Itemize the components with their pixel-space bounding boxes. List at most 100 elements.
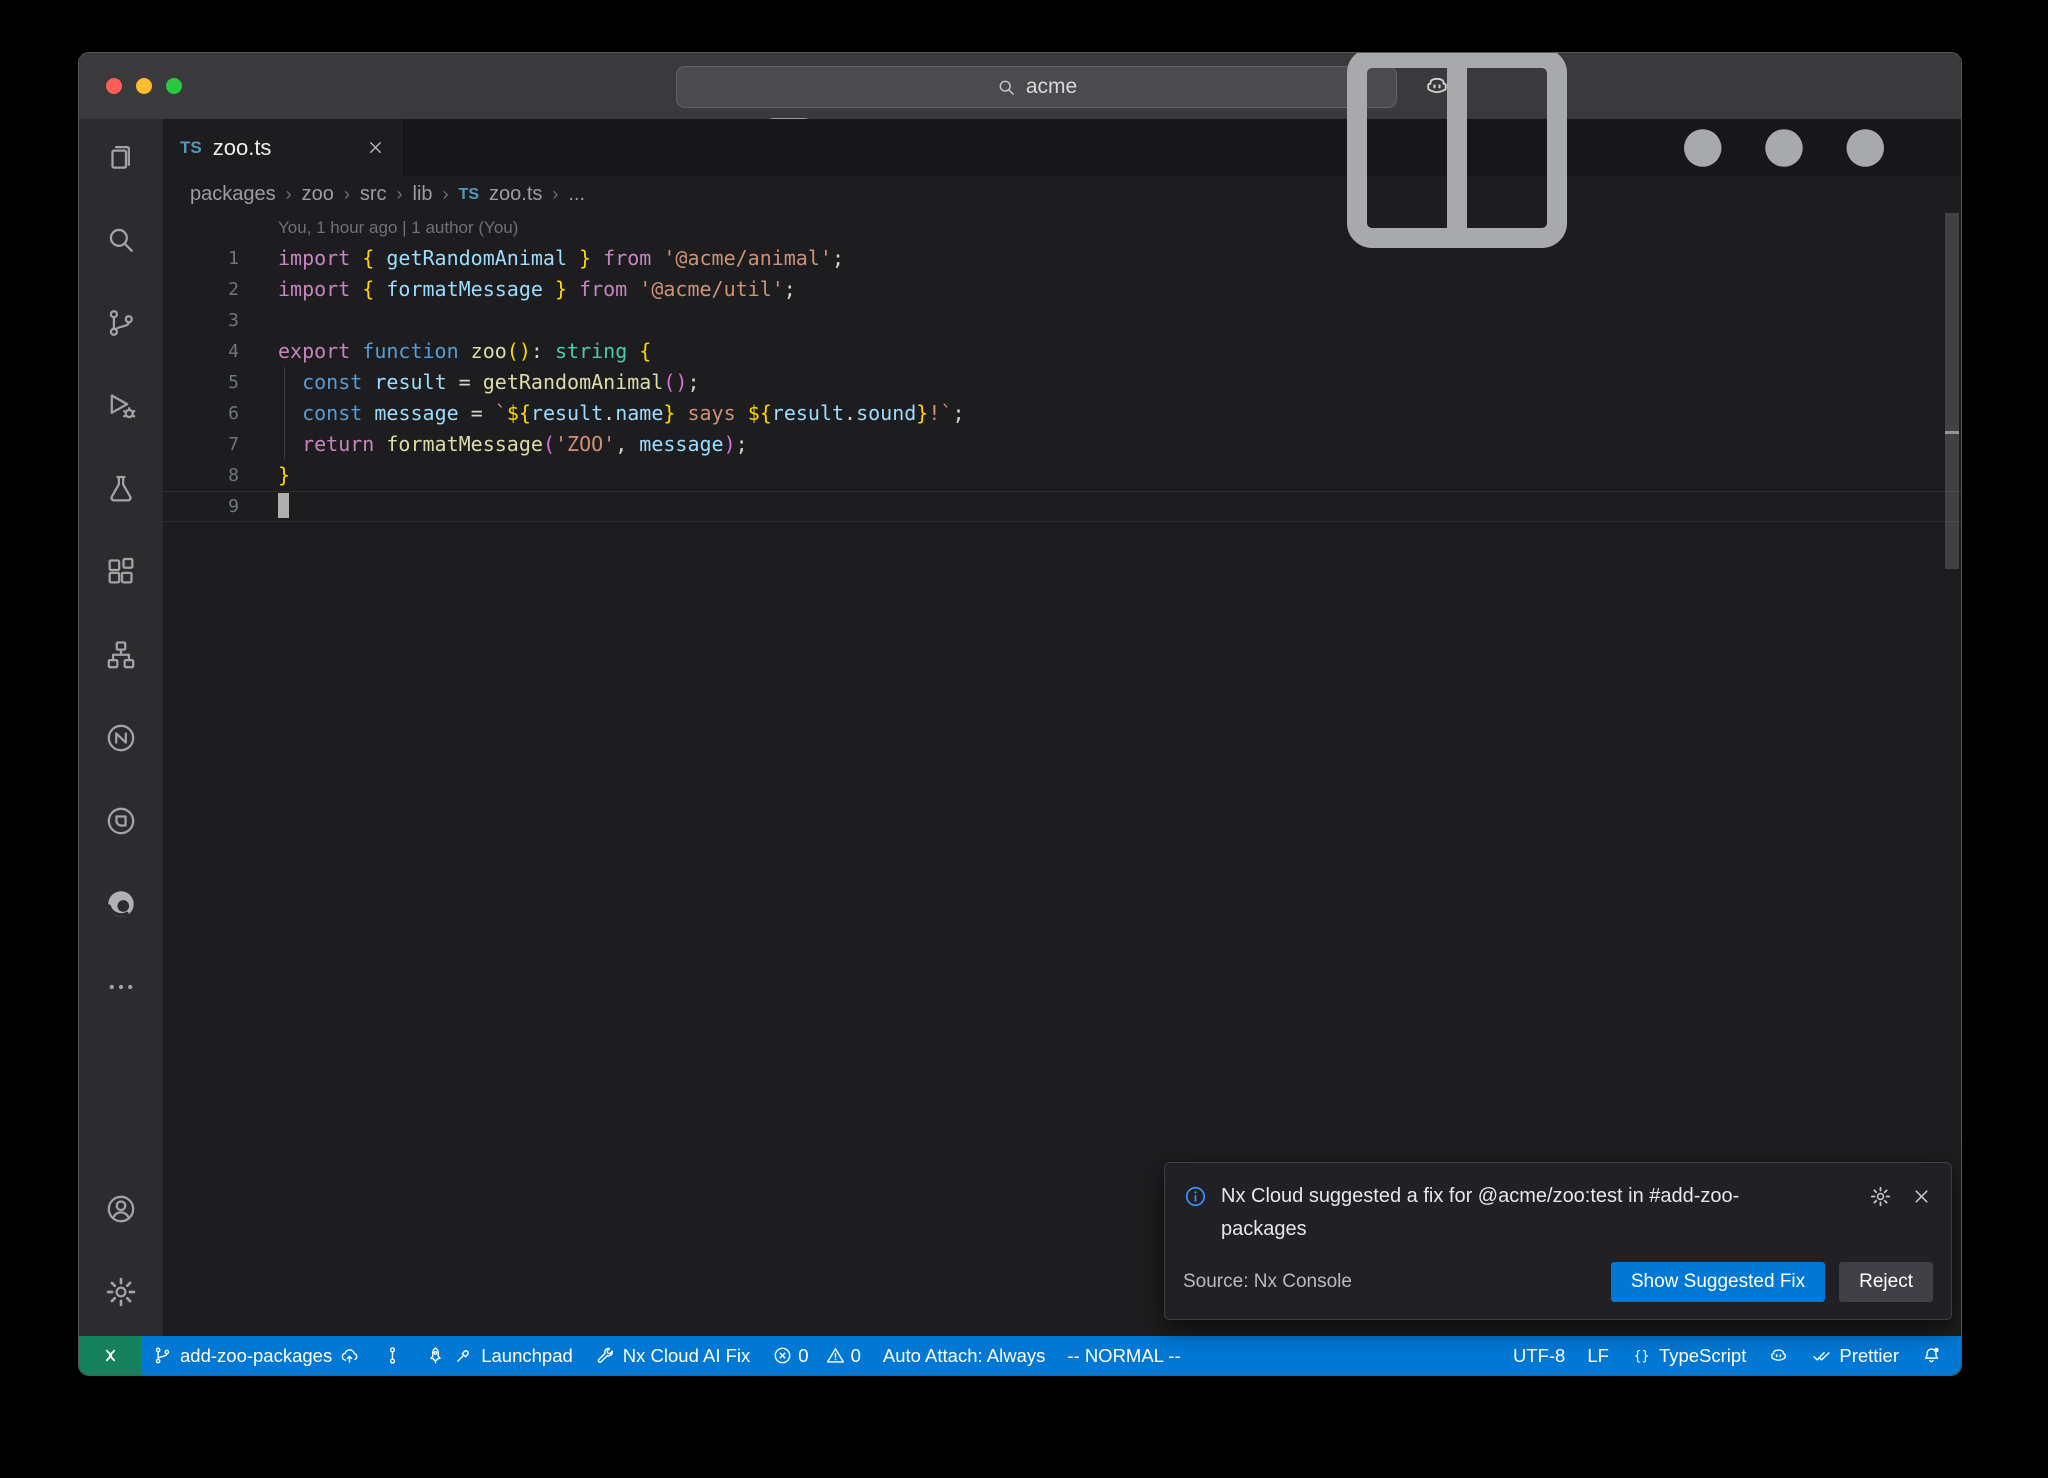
bell-dot-icon — [1921, 1345, 1942, 1366]
editor-actions — [1307, 119, 1961, 176]
scrollbar-thumb[interactable] — [1945, 213, 1959, 569]
activity-testing[interactable] — [104, 472, 138, 506]
notification-close-icon[interactable] — [1910, 1185, 1933, 1208]
activity-explorer[interactable] — [104, 140, 138, 174]
svg-text:{}: {} — [1634, 1349, 1650, 1364]
activity-additional-views[interactable] — [104, 970, 138, 1004]
tools-icon — [453, 1345, 474, 1366]
edge-icon — [104, 887, 138, 921]
tab-zoo-ts[interactable]: TS zoo.ts — [163, 119, 404, 176]
tab-bar: TS zoo.ts — [163, 119, 1961, 176]
statusbar-nx-pipeline[interactable] — [371, 1336, 414, 1375]
code-line-7[interactable]: 7 return formatMessage('ZOO', message); — [163, 429, 1961, 460]
reject-button[interactable]: Reject — [1839, 1262, 1933, 1302]
files-icon — [104, 140, 138, 174]
statusbar-git-branch[interactable]: add-zoo-packages — [141, 1336, 371, 1375]
traffic-lights — [106, 78, 182, 94]
activity-edge-tools[interactable] — [104, 887, 138, 921]
tab-label: zoo.ts — [213, 135, 272, 161]
notification-toast: Nx Cloud suggested a fix for @acme/zoo:t… — [1164, 1162, 1952, 1320]
statusbar-language-mode-label: TypeScript — [1659, 1345, 1746, 1367]
overview-ruler-mark — [1945, 431, 1959, 434]
breadcrumb-item-file[interactable]: zoo.ts — [489, 183, 542, 206]
code-text: import { getRandomAnimal } from '@acme/a… — [239, 243, 844, 274]
statusbar-vim-mode-label: -- NORMAL -- — [1067, 1345, 1180, 1367]
nx-console-icon — [104, 721, 138, 755]
breadcrumb-item-lib[interactable]: lib — [413, 183, 433, 206]
statusbar-formatter[interactable]: Prettier — [1800, 1336, 1910, 1375]
zoom-light[interactable] — [166, 78, 182, 94]
statusbar-nx-cloud-ai-fix[interactable]: Nx Cloud AI Fix — [584, 1336, 762, 1375]
activity-references[interactable] — [104, 638, 138, 672]
breadcrumb-separator: › — [443, 184, 449, 205]
breadcrumb: packages›zoo›src›lib›TSzoo.ts›... — [163, 176, 1961, 213]
statusbar-vim-mode[interactable]: -- NORMAL -- — [1056, 1336, 1191, 1375]
breadcrumb-more[interactable]: ... — [568, 183, 585, 206]
statusbar-auto-attach-label: Auto Attach: Always — [883, 1345, 1045, 1367]
code-text: export function zoo(): string { — [239, 336, 651, 367]
nx-cloud-icon — [104, 804, 138, 838]
cloud-upload-icon — [339, 1345, 360, 1366]
code-text — [239, 305, 278, 336]
activity-manage-settings[interactable] — [104, 1275, 138, 1309]
activity-extensions[interactable] — [104, 555, 138, 589]
show-suggested-fix-button[interactable]: Show Suggested Fix — [1611, 1262, 1825, 1302]
statusbar-language-mode[interactable]: {} TypeScript — [1620, 1336, 1757, 1375]
double-check-icon — [1811, 1345, 1832, 1366]
code-line-2[interactable]: 2import { formatMessage } from '@acme/ut… — [163, 274, 1961, 305]
error-count: 0 — [798, 1345, 808, 1367]
pipeline-icon — [382, 1345, 403, 1366]
rocket-icon — [425, 1345, 446, 1366]
statusbar-formatter-label: Prettier — [1839, 1345, 1899, 1367]
code-text: const result = getRandomAnimal(); — [239, 367, 700, 398]
breadcrumb-item-zoo[interactable]: zoo — [302, 183, 334, 206]
activity-nx-console[interactable] — [104, 721, 138, 755]
activity-nx-cloud[interactable] — [104, 804, 138, 838]
breadcrumb-separator: › — [397, 184, 403, 205]
activity-run-and-debug[interactable] — [104, 389, 138, 423]
code-line-6[interactable]: 6 const message = `${result.name} says $… — [163, 398, 1961, 429]
notification-settings-gear-icon[interactable] — [1869, 1185, 1892, 1208]
line-number: 7 — [163, 429, 239, 460]
code-line-4[interactable]: 4export function zoo(): string { — [163, 336, 1961, 367]
line-number: 5 — [163, 367, 239, 398]
notification-source: Source: Nx Console — [1183, 1271, 1352, 1293]
statusbar-encoding-label: UTF-8 — [1513, 1345, 1565, 1367]
status-bar: add-zoo-packages LaunchpadNx Cloud AI Fix… — [79, 1336, 1961, 1375]
error-icon — [772, 1345, 793, 1366]
breadcrumb-separator: › — [286, 184, 292, 205]
minimize-light[interactable] — [136, 78, 152, 94]
code-line-5[interactable]: 5 const result = getRandomAnimal(); — [163, 367, 1961, 398]
window-body: TS zoo.ts packages›zoo›src›lib›TSzoo.ts›… — [79, 119, 1961, 1336]
gear-icon — [104, 1275, 138, 1309]
statusbar-auto-attach[interactable]: Auto Attach: Always — [872, 1336, 1056, 1375]
breadcrumb-item-src[interactable]: src — [360, 183, 387, 206]
statusbar-problems[interactable]: 00 — [761, 1336, 872, 1375]
blame-annotation: You, 1 hour ago | 1 author (You) — [278, 213, 1961, 243]
code-text: import { formatMessage } from '@acme/uti… — [239, 274, 796, 305]
activity-search[interactable] — [104, 223, 138, 257]
references-icon — [104, 638, 138, 672]
statusbar-notifications-bell[interactable] — [1910, 1336, 1953, 1375]
code-text: return formatMessage('ZOO', message); — [239, 429, 748, 460]
source-control-icon — [104, 306, 138, 340]
code-line-3[interactable]: 3 — [163, 305, 1961, 336]
statusbar-encoding[interactable]: UTF-8 — [1502, 1336, 1576, 1375]
beaker-icon — [104, 472, 138, 506]
statusbar-copilot-status[interactable] — [1757, 1336, 1800, 1375]
line-number: 1 — [163, 243, 239, 274]
statusbar-remote-indicator[interactable] — [79, 1336, 141, 1375]
indent-guide — [284, 398, 285, 429]
close-tab-icon[interactable] — [365, 137, 386, 158]
statusbar-launchpad[interactable]: Launchpad — [414, 1336, 584, 1375]
close-light[interactable] — [106, 78, 122, 94]
code-text: } — [239, 460, 290, 491]
code-line-9[interactable]: 9 — [163, 491, 1961, 522]
code-line-8[interactable]: 8} — [163, 460, 1961, 491]
activity-accounts[interactable] — [104, 1192, 138, 1226]
breadcrumb-item-packages[interactable]: packages — [190, 183, 276, 206]
statusbar-eol[interactable]: LF — [1576, 1336, 1620, 1375]
code-line-1[interactable]: 1import { getRandomAnimal } from '@acme/… — [163, 243, 1961, 274]
line-number: 3 — [163, 305, 239, 336]
activity-source-control[interactable] — [104, 306, 138, 340]
